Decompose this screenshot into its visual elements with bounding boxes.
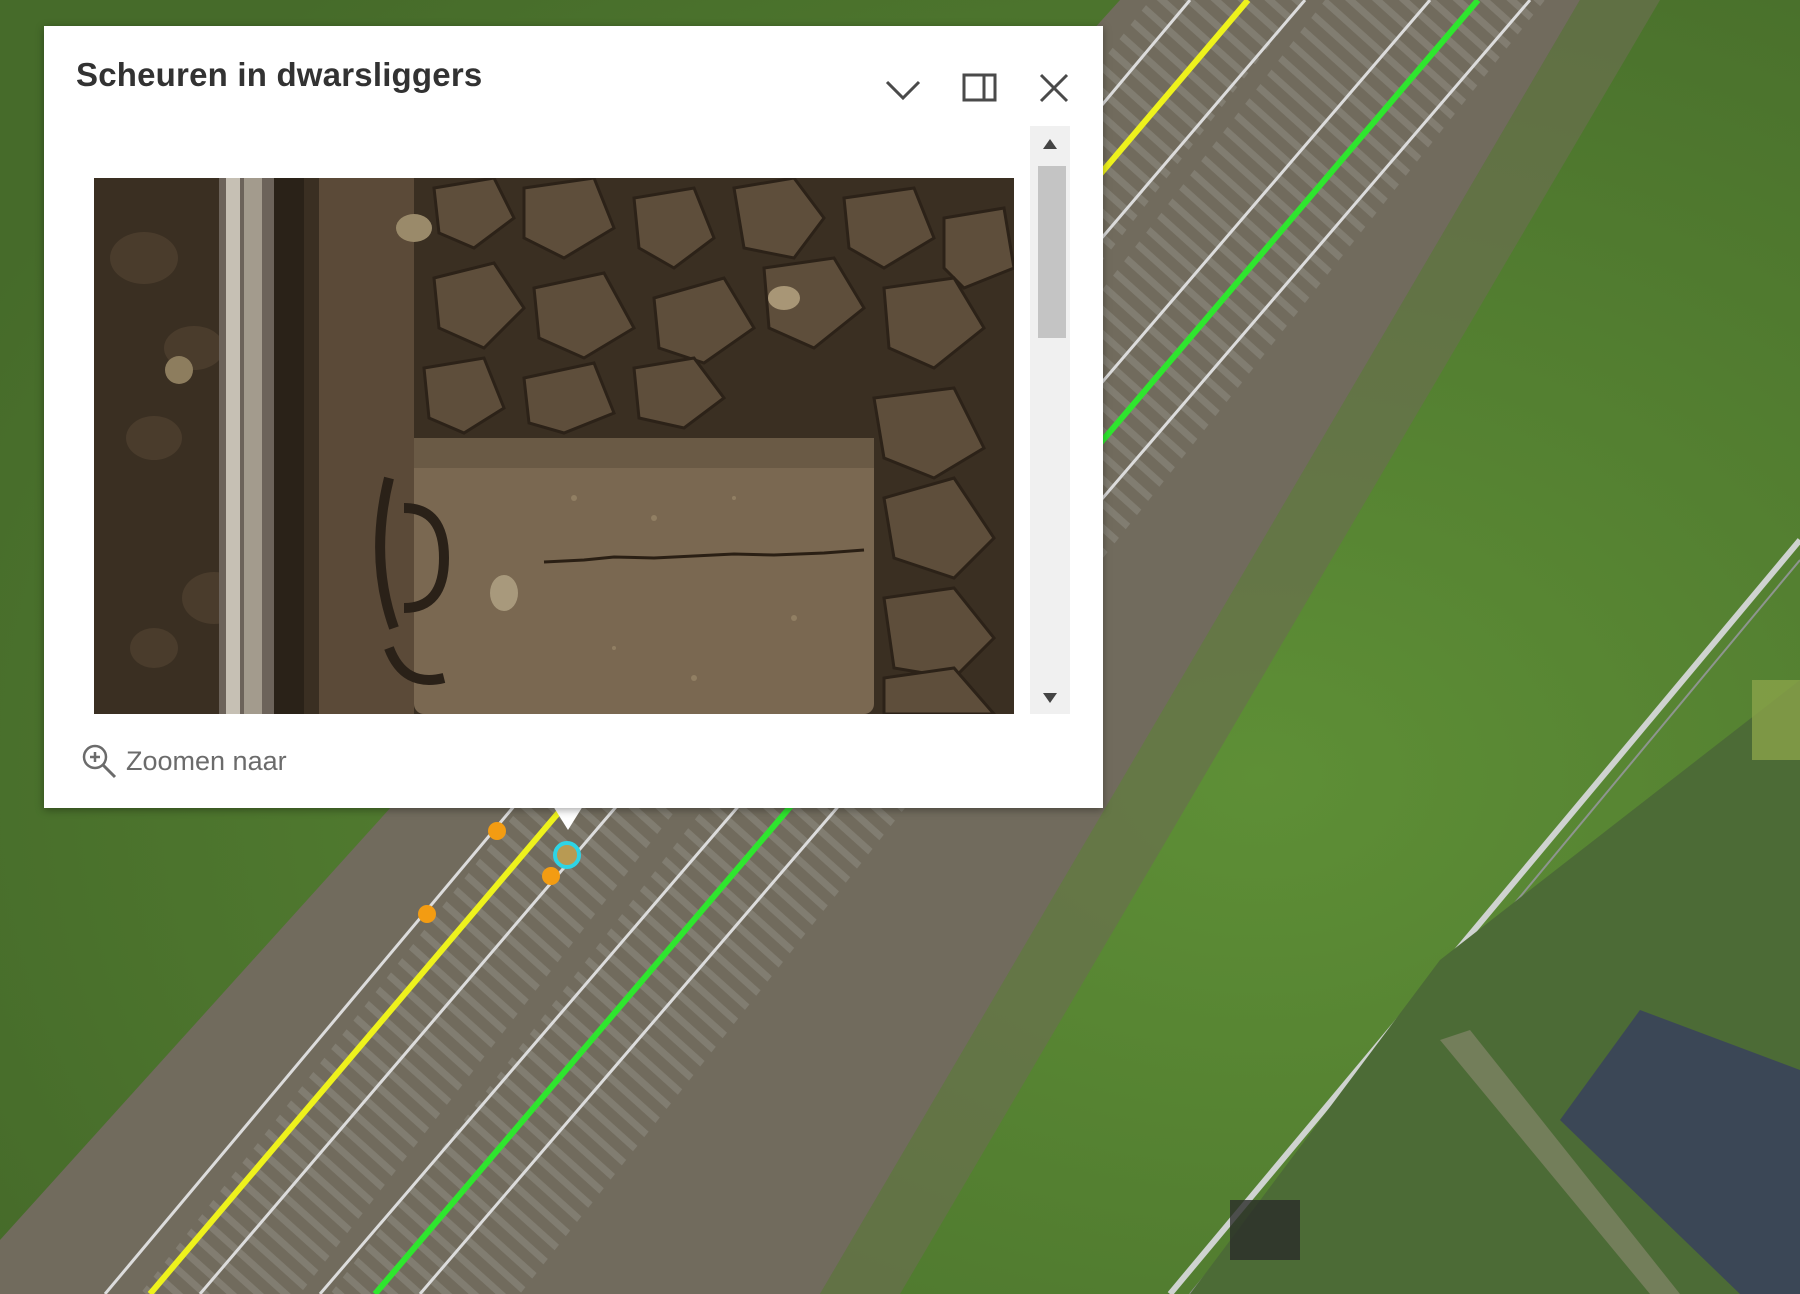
triangle-up-icon[interactable]: [1042, 138, 1058, 150]
chevron-down-icon: [885, 80, 921, 101]
popup-pointer: [553, 806, 583, 830]
close-icon: [1039, 73, 1069, 103]
sleeper-crack-photo[interactable]: [94, 178, 1014, 714]
dock-icon: [962, 73, 997, 102]
close-button[interactable]: [1038, 72, 1080, 114]
dock-button[interactable]: [962, 72, 1004, 114]
triangle-down-icon[interactable]: [1042, 692, 1058, 704]
zoom-to-button[interactable]: Zoomen naar: [80, 742, 287, 780]
popup-title: Scheuren in dwarsliggers: [76, 56, 483, 93]
zoom-to-label: Zoomen naar: [126, 745, 287, 776]
crack-feature-point[interactable]: [418, 905, 436, 923]
feature-popup: Scheuren in dwarsliggers Zoomen naar: [44, 26, 1103, 808]
popup-content: [94, 152, 1014, 714]
scroll-thumb[interactable]: [1038, 166, 1066, 338]
crack-feature-point[interactable]: [542, 867, 560, 885]
selected-feature-point[interactable]: [553, 841, 581, 869]
crack-feature-point[interactable]: [488, 822, 506, 840]
popup-scrollbar[interactable]: [1030, 126, 1070, 714]
collapse-button[interactable]: [884, 74, 926, 116]
zoom-in-icon: [82, 744, 117, 779]
